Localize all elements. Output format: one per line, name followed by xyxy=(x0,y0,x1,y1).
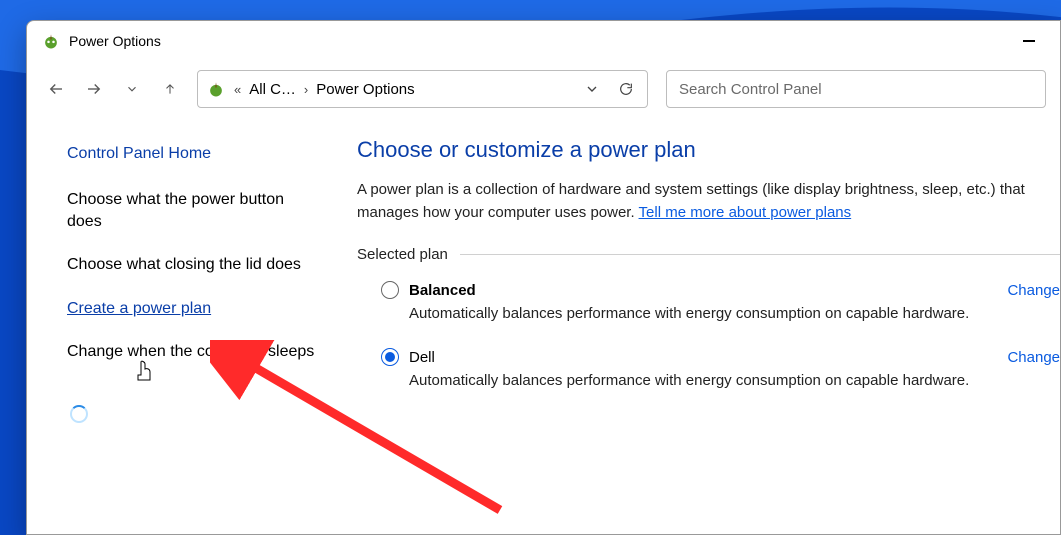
up-button[interactable] xyxy=(155,74,185,104)
sidebar-link-close-lid[interactable]: Choose what closing the lid does xyxy=(67,254,317,276)
toolbar: « All C… › Power Options xyxy=(27,61,1060,117)
control-panel-home-link[interactable]: Control Panel Home xyxy=(67,145,337,163)
content-area: Control Panel Home Choose what the power… xyxy=(27,117,1060,534)
forward-button[interactable] xyxy=(79,74,109,104)
power-options-window: Power Options « xyxy=(26,20,1061,535)
recent-locations-button[interactable] xyxy=(117,74,147,104)
sidebar-link-create-plan[interactable]: Create a power plan xyxy=(67,298,317,320)
refresh-button[interactable] xyxy=(611,74,641,104)
plan-row-dell: Dell Change Automatically balances perfo… xyxy=(357,348,1060,389)
tell-me-more-link[interactable]: Tell me more about power plans xyxy=(639,204,852,221)
search-input[interactable] xyxy=(666,70,1046,108)
plan-name[interactable]: Balanced xyxy=(409,282,476,299)
change-plan-settings-link[interactable]: Change xyxy=(1007,282,1060,299)
plan-name[interactable]: Dell xyxy=(409,349,435,366)
breadcrumb-current[interactable]: Power Options xyxy=(314,81,416,98)
divider xyxy=(460,254,1060,255)
back-button[interactable] xyxy=(41,74,71,104)
page-heading: Choose or customize a power plan xyxy=(357,137,1060,163)
radio-dell[interactable] xyxy=(381,348,399,366)
sidebar-link-change-sleep[interactable]: Change when the computer sleeps xyxy=(67,341,317,363)
group-label: Selected plan xyxy=(357,246,460,263)
minimize-button[interactable] xyxy=(1006,26,1052,56)
address-icon xyxy=(206,79,226,99)
address-dropdown-button[interactable] xyxy=(577,74,607,104)
window-title: Power Options xyxy=(69,33,161,49)
main-panel: Choose or customize a power plan A power… xyxy=(357,117,1060,534)
sidebar: Control Panel Home Choose what the power… xyxy=(27,117,357,534)
change-plan-settings-link[interactable]: Change xyxy=(1007,349,1060,366)
breadcrumb-prev[interactable]: All C… xyxy=(247,81,298,98)
sidebar-link-power-button[interactable]: Choose what the power button does xyxy=(67,189,317,232)
radio-balanced[interactable] xyxy=(381,281,399,299)
plan-description: Automatically balances performance with … xyxy=(381,305,1060,322)
plan-row-balanced: Balanced Change Automatically balances p… xyxy=(357,281,1060,322)
loading-spinner-icon xyxy=(70,405,88,423)
chevron-left-icon: « xyxy=(232,82,243,97)
chevron-right-icon: › xyxy=(302,82,310,97)
titlebar: Power Options xyxy=(27,21,1060,61)
app-icon xyxy=(41,31,61,51)
selected-plan-group: Selected plan Balanced Change Automatica… xyxy=(357,246,1060,389)
address-bar[interactable]: « All C… › Power Options xyxy=(197,70,648,108)
page-description: A power plan is a collection of hardware… xyxy=(357,179,1060,224)
plan-description: Automatically balances performance with … xyxy=(381,372,1060,389)
